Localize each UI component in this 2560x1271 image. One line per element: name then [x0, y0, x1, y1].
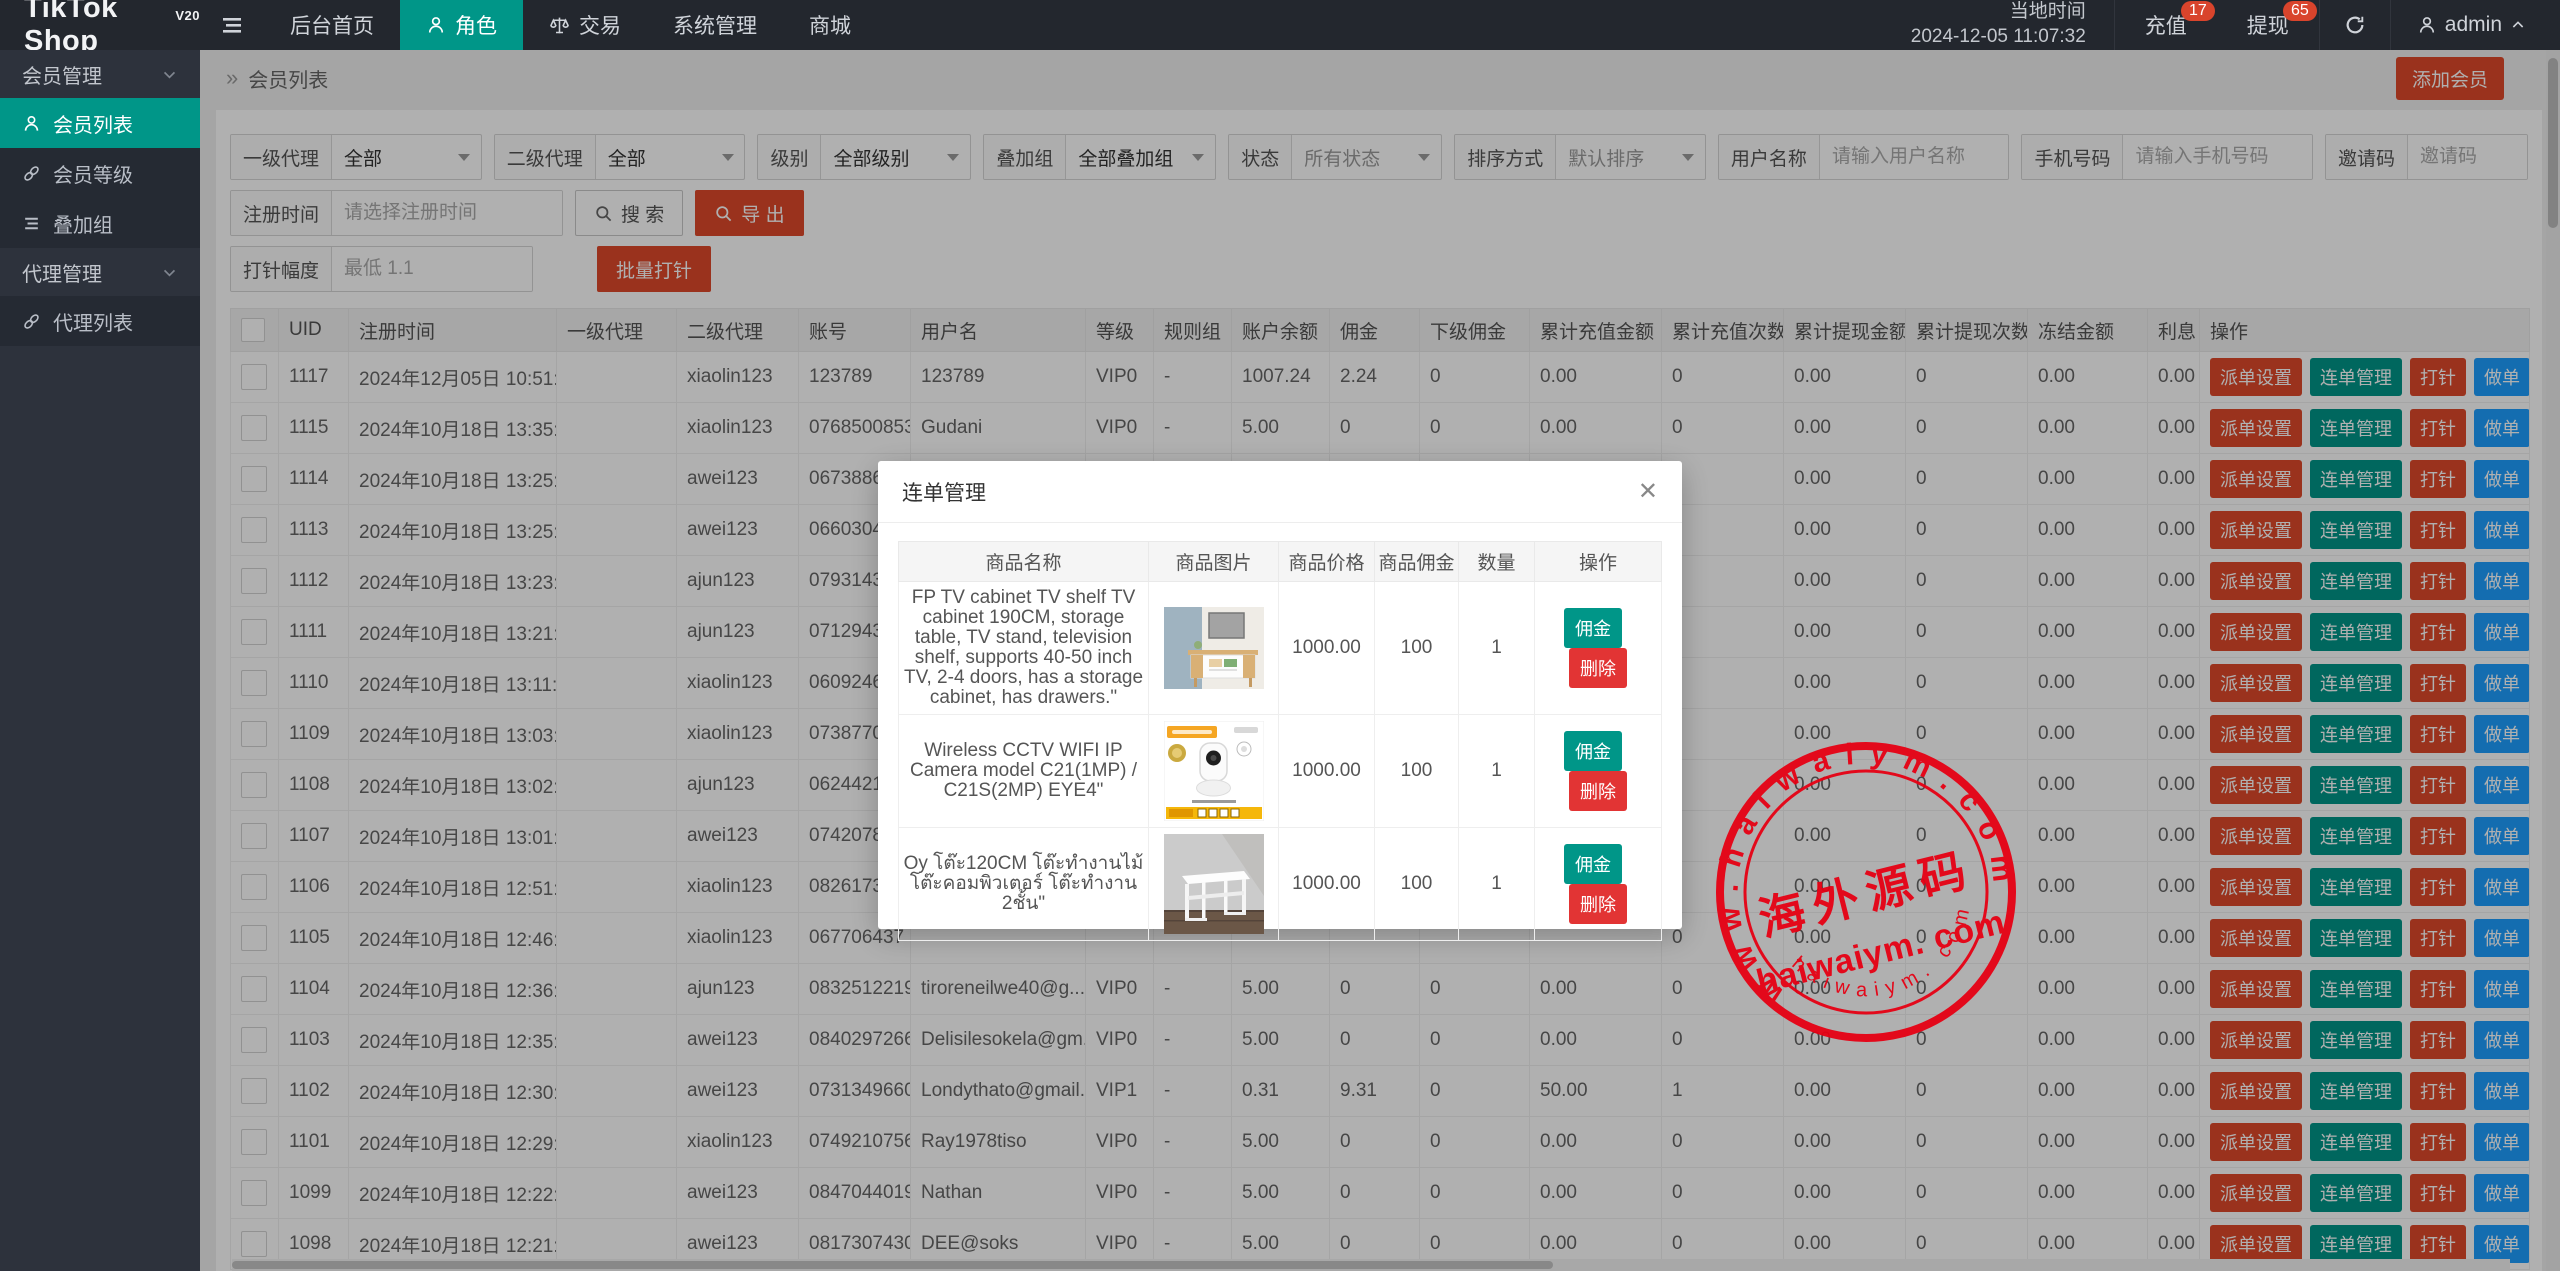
- delete-button[interactable]: 删除: [1569, 884, 1627, 924]
- sidebar-group-member[interactable]: 会员管理: [0, 50, 200, 98]
- product-price: 1000.00: [1279, 715, 1375, 828]
- stack-icon: [22, 214, 41, 233]
- commission-button[interactable]: 佣金: [1564, 608, 1622, 648]
- product-name: Wireless CCTV WIFI IP Camera model C21(1…: [899, 715, 1149, 828]
- product-actions: 佣金 删除: [1535, 582, 1662, 715]
- sidebar: 会员管理 会员列表 会员等级 叠加组 代理管理 代理列表: [0, 50, 200, 1271]
- delete-button[interactable]: 删除: [1569, 648, 1627, 688]
- app-logo: TikTok ShopV20: [0, 0, 200, 50]
- person-icon: [22, 114, 41, 133]
- product-table-body: FP TV cabinet TV shelf TV cabinet 190CM,…: [899, 582, 1662, 941]
- product-commission: 100: [1375, 715, 1459, 828]
- product-actions: 佣金 删除: [1535, 828, 1662, 941]
- nav-item-system[interactable]: 系统管理: [647, 0, 783, 50]
- product-price: 1000.00: [1279, 828, 1375, 941]
- top-navbar: TikTok ShopV20 后台首页 角色 交易 系统管理 商城 当地时间 2…: [0, 0, 2560, 50]
- commission-button[interactable]: 佣金: [1564, 844, 1622, 884]
- link-icon: [22, 312, 41, 331]
- chain-order-modal: 连单管理 ✕ 商品名称 商品图片 商品价格 商品佣金 数量 操作 FP TV c…: [878, 461, 1682, 929]
- product-qty: 1: [1459, 828, 1535, 941]
- person-icon: [2417, 15, 2437, 35]
- product-qty: 1: [1459, 582, 1535, 715]
- product-name: Oy โต๊ะ120CM โต๊ะทำงานไม้ โต๊ะคอมพิวเตอร…: [899, 828, 1149, 941]
- nav-item-roles[interactable]: 角色: [400, 0, 523, 50]
- nav-item-trade[interactable]: 交易: [523, 0, 647, 50]
- local-time: 当地时间 2024-12-05 11:07:32: [1883, 0, 2115, 50]
- sidebar-group-agent[interactable]: 代理管理: [0, 248, 200, 296]
- product-image: [1149, 582, 1279, 715]
- refresh-icon: [2344, 14, 2366, 36]
- chevron-down-icon: [161, 264, 178, 281]
- hamburger-menu-icon[interactable]: [200, 0, 264, 50]
- ip-camera-image: [1164, 721, 1264, 821]
- local-time-value: 2024-12-05 11:07:32: [1911, 25, 2086, 50]
- nav-item-dashboard[interactable]: 后台首页: [264, 0, 400, 50]
- delete-button[interactable]: 删除: [1569, 771, 1627, 811]
- modal-body: 商品名称 商品图片 商品价格 商品佣金 数量 操作 FP TV cabinet …: [878, 523, 1682, 959]
- recharge-badge: 17: [2181, 1, 2215, 21]
- person-icon: [426, 15, 446, 35]
- product-image: [1149, 828, 1279, 941]
- hamburger-icon: [220, 13, 244, 37]
- link-icon: [22, 164, 41, 183]
- admin-username: admin: [2445, 13, 2502, 37]
- scales-icon: [549, 15, 570, 36]
- product-row: FP TV cabinet TV shelf TV cabinet 190CM,…: [899, 582, 1662, 715]
- chevron-down-icon: [161, 66, 178, 83]
- sidebar-item-member-level[interactable]: 会员等级: [0, 148, 200, 198]
- sidebar-item-member-list[interactable]: 会员列表: [0, 98, 200, 148]
- product-header-row: 商品名称 商品图片 商品价格 商品佣金 数量 操作: [899, 542, 1662, 582]
- admin-menu[interactable]: admin: [2391, 0, 2560, 50]
- chevron-up-icon: [2510, 17, 2526, 33]
- tv-cabinet-image: [1164, 607, 1264, 689]
- navbar-right: 当地时间 2024-12-05 11:07:32 充值 17 提现 65 adm…: [1883, 0, 2560, 50]
- withdraw-badge: 65: [2283, 1, 2317, 21]
- product-qty: 1: [1459, 715, 1535, 828]
- desk-image: [1164, 834, 1264, 934]
- product-commission: 100: [1375, 582, 1459, 715]
- sidebar-item-stack-group[interactable]: 叠加组: [0, 198, 200, 248]
- nav-item-mall[interactable]: 商城: [783, 0, 877, 50]
- app-logo-version: V20: [175, 8, 200, 23]
- product-actions: 佣金 删除: [1535, 715, 1662, 828]
- sidebar-item-agent-list[interactable]: 代理列表: [0, 296, 200, 346]
- product-name: FP TV cabinet TV shelf TV cabinet 190CM,…: [899, 582, 1149, 715]
- product-commission: 100: [1375, 828, 1459, 941]
- product-table: 商品名称 商品图片 商品价格 商品佣金 数量 操作 FP TV cabinet …: [898, 541, 1662, 941]
- modal-title: 连单管理: [902, 477, 986, 507]
- recharge-link[interactable]: 充值 17: [2115, 0, 2217, 50]
- commission-button[interactable]: 佣金: [1564, 731, 1622, 771]
- refresh-button[interactable]: [2319, 0, 2391, 50]
- product-row: Oy โต๊ะ120CM โต๊ะทำงานไม้ โต๊ะคอมพิวเตอร…: [899, 828, 1662, 941]
- local-time-label: 当地时间: [2010, 0, 2086, 25]
- close-icon[interactable]: ✕: [1638, 480, 1658, 504]
- product-price: 1000.00: [1279, 582, 1375, 715]
- modal-header: 连单管理 ✕: [878, 461, 1682, 523]
- product-row: Wireless CCTV WIFI IP Camera model C21(1…: [899, 715, 1662, 828]
- product-image: [1149, 715, 1279, 828]
- withdraw-link[interactable]: 提现 65: [2217, 0, 2319, 50]
